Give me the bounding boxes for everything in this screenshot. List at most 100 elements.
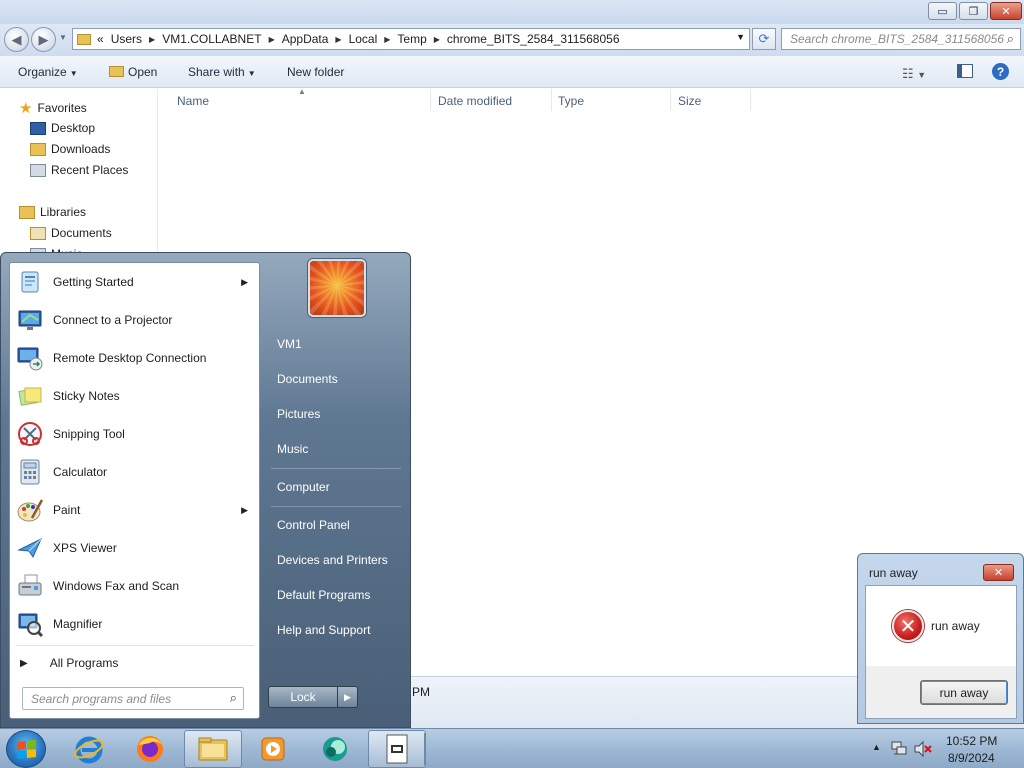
dialog-close-button[interactable]: ✕ [983,564,1014,581]
taskbar-media-player[interactable] [244,730,302,768]
organize-button[interactable]: Organize ▼ [18,65,78,79]
paint-icon [14,494,46,526]
breadcrumb-arrow-icon[interactable]: ▶ [384,35,390,44]
taskbar-dialog-app[interactable] [368,730,426,768]
program-windows-fax-and-scan[interactable]: Windows Fax and Scan [10,567,260,605]
program-calculator[interactable]: Calculator [10,453,260,491]
clock-date[interactable]: 8/9/2024 [948,751,995,765]
help-icon[interactable]: ? [992,63,1009,80]
clock-time[interactable]: 10:52 PM [946,734,997,748]
chevron-right-icon: ▶ [344,691,351,702]
volume-muted-icon[interactable] [913,740,933,758]
address-bar[interactable]: « Users ▶ VM1.COLLABNET ▶ AppData ▶ Loca… [72,28,750,50]
start-item-documents[interactable]: Documents [267,363,405,395]
taskbar-bits-app[interactable] [306,730,364,768]
submenu-arrow-icon[interactable]: ▶ [241,277,248,288]
nav-item-recent-places[interactable]: Recent Places [30,163,128,177]
taskbar-internet-explorer[interactable] [60,730,118,768]
taskbar-firefox[interactable] [121,730,179,768]
column-headers: ▲ Name Date modified Type Size [158,87,1024,113]
projector-icon [14,304,46,336]
dialog-run-away-button[interactable]: run away [920,680,1008,705]
breadcrumb-arrow-icon[interactable]: ▶ [269,35,275,44]
start-item-computer[interactable]: Computer [267,471,405,503]
change-view-icon[interactable]: ☷ ▼ [902,66,926,82]
breadcrumb-local[interactable]: Local [349,32,378,46]
start-button[interactable] [6,730,46,768]
start-item-user[interactable]: VM1 [267,328,405,360]
chevron-down-icon: ▼ [69,69,78,78]
breadcrumb-vm1-collabnet[interactable]: VM1.COLLABNET [162,32,261,46]
nav-item-downloads[interactable]: Downloads [30,142,110,156]
breadcrumb-appdata[interactable]: AppData [282,32,329,46]
column-type[interactable]: Type [558,94,584,108]
close-button[interactable]: ✕ [990,2,1022,20]
start-item-default-programs[interactable]: Default Programs [267,579,405,611]
start-item-pictures[interactable]: Pictures [267,398,405,430]
program-paint[interactable]: Paint ▶ [10,491,260,529]
program-magnifier[interactable]: Magnifier [10,605,260,643]
program-xps-viewer[interactable]: XPS Viewer [10,529,260,567]
breadcrumb-arrow-icon[interactable]: ▶ [335,35,341,44]
maximize-button[interactable]: ❐ [959,2,988,20]
program-label: Calculator [53,465,108,479]
address-dropdown-icon[interactable]: ▼ [736,32,745,42]
preview-pane-icon[interactable] [957,64,973,78]
start-item-devices-and-printers[interactable]: Devices and Printers [267,544,405,576]
start-item-control-panel[interactable]: Control Panel [267,509,405,541]
new-folder-button[interactable]: New folder [287,65,344,79]
column-divider[interactable] [430,89,431,111]
nav-item-documents[interactable]: Documents [30,226,112,240]
program-connect-to-projector[interactable]: Connect to a Projector [10,301,260,339]
open-button[interactable]: Open [109,65,157,79]
libraries-header[interactable]: Libraries [19,205,86,219]
breadcrumb-chrome-bits[interactable]: chrome_BITS_2584_311568056 [447,32,620,46]
program-snipping-tool[interactable]: Snipping Tool [10,415,260,453]
column-divider[interactable] [750,89,751,111]
organize-label: Organize [18,65,67,79]
details-text: PM [412,685,430,699]
breadcrumb-temp[interactable]: Temp [397,32,426,46]
forward-button[interactable]: ▶ [31,27,56,52]
all-programs-button[interactable]: ▶ All Programs [10,651,260,675]
breadcrumb-overflow[interactable]: « [97,32,104,46]
lock-button[interactable]: Lock [268,686,338,708]
column-date-modified[interactable]: Date modified [438,94,512,108]
refresh-button[interactable]: ⟳ [752,28,776,50]
dialog-message: run away [931,619,980,633]
search-input[interactable]: Search chrome_BITS_2584_311568056 ⌕ [781,28,1021,50]
program-sticky-notes[interactable]: Sticky Notes [10,377,260,415]
program-remote-desktop-connection[interactable]: Remote Desktop Connection [10,339,260,377]
back-button[interactable]: ◀ [4,27,29,52]
breadcrumb-users[interactable]: Users [111,32,142,46]
getting-started-icon [14,266,46,298]
start-item-music[interactable]: Music [267,433,405,465]
column-divider[interactable] [551,89,552,111]
nav-item-desktop[interactable]: Desktop [30,121,95,135]
start-search-input[interactable]: Search programs and files ⌕ [22,687,244,710]
network-icon[interactable] [890,740,908,758]
column-size[interactable]: Size [678,94,701,108]
recent-pages-dropdown-icon[interactable]: ▼ [59,33,67,42]
title-bar[interactable]: ▭ ❐ ✕ [0,0,1024,24]
breadcrumb-arrow-icon[interactable]: ▶ [149,35,155,44]
program-getting-started[interactable]: Getting Started ▶ [10,263,260,301]
sticky-notes-icon [14,380,46,412]
favorites-header[interactable]: ★ Favorites [19,99,87,117]
show-hidden-icons-icon[interactable]: ▲ [872,742,881,752]
shutdown-options-button[interactable]: ▶ [337,686,358,708]
minimize-button[interactable]: ▭ [928,2,957,20]
share-with-button[interactable]: Share with ▼ [188,65,256,79]
column-name[interactable]: Name [177,94,209,108]
snipping-tool-icon [14,418,46,450]
column-divider[interactable] [670,89,671,111]
start-item-help-and-support[interactable]: Help and Support [267,614,405,646]
submenu-arrow-icon[interactable]: ▶ [241,505,248,516]
xps-viewer-icon [14,532,46,564]
breadcrumb-arrow-icon[interactable]: ▶ [434,35,440,44]
taskbar-file-explorer[interactable] [184,730,242,768]
nav-item-label: Documents [51,226,112,240]
nav-item-label: Recent Places [51,163,129,177]
back-arrow-icon: ◀ [11,31,22,47]
user-picture[interactable] [308,259,366,317]
